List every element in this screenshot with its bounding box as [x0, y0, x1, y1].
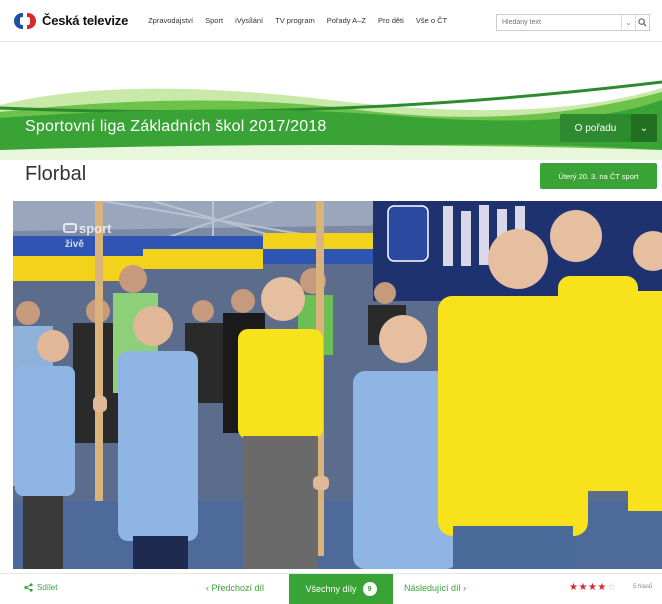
all-episodes-button[interactable]: Všechny díly 9	[289, 574, 393, 604]
ct-logo-icon	[14, 12, 36, 29]
nav-item-pro-deti[interactable]: Pro děti	[378, 16, 404, 25]
top-navigation: Česká televize Zpravodajství Sport iVysí…	[0, 0, 662, 42]
nav-item-tv-program[interactable]: TV program	[275, 16, 315, 25]
next-episode-link[interactable]: Následující díl ›	[404, 583, 466, 593]
episode-title: Florbal	[25, 163, 87, 185]
all-episodes-label: Všechny díly	[305, 584, 357, 594]
share-label: Sdílet	[37, 583, 58, 592]
nav-item-ivysilani[interactable]: iVysílání	[235, 16, 263, 25]
star-icon[interactable]: ★	[588, 582, 597, 593]
star-icon[interactable]: ★	[597, 582, 606, 593]
channel-watermark: sport	[63, 221, 112, 236]
search-scope-dropdown[interactable]: ⌄	[621, 15, 635, 30]
episode-navigation-bar: Sdílet ‹ Předchozí díl Všechny díly 9 Ná…	[0, 573, 662, 604]
star-empty-icon[interactable]: ☆	[607, 582, 616, 593]
chevron-down-icon: ⌄	[631, 114, 657, 142]
show-title: Sportovní liga Základních škol 2017/2018	[25, 118, 327, 135]
previous-episode-link[interactable]: ‹ Předchozí díl	[206, 583, 264, 593]
nav-item-porady-a-z[interactable]: Pořady A–Z	[327, 16, 366, 25]
share-icon	[24, 583, 33, 592]
logo-text: Česká televize	[42, 13, 129, 28]
about-show-label: O pořadu	[574, 122, 617, 134]
episode-count-badge: 9	[362, 582, 377, 596]
ct-sport-icon	[63, 223, 77, 233]
search-icon	[638, 18, 647, 27]
rating-stars[interactable]: ★★★★☆	[569, 582, 616, 593]
video-frame-image	[13, 201, 662, 569]
search-box: ⌄	[496, 14, 650, 31]
chevron-down-icon: ⌄	[625, 18, 632, 27]
search-input[interactable]	[497, 15, 621, 30]
nav-item-vse-o-ct[interactable]: Vše o ČT	[416, 16, 447, 25]
main-menu: Zpravodajství Sport iVysílání TV program…	[148, 16, 447, 25]
share-button[interactable]: Sdílet	[24, 583, 57, 592]
live-badge: živě	[65, 239, 84, 250]
about-show-button[interactable]: O pořadu ⌄	[560, 114, 657, 142]
rating-count: 5 hlasů	[633, 584, 653, 590]
search-button[interactable]	[635, 15, 649, 30]
ct-logo[interactable]: Česká televize	[14, 12, 129, 29]
nav-item-sport[interactable]: Sport	[205, 16, 223, 25]
airdate-button[interactable]: Úterý 20. 3. na ČT sport	[540, 163, 657, 189]
show-banner: Sportovní liga Základních škol 2017/2018…	[0, 70, 662, 160]
nav-item-zpravodajstvi[interactable]: Zpravodajství	[148, 16, 193, 25]
video-player[interactable]: sport živě	[13, 201, 662, 569]
star-icon[interactable]: ★	[578, 582, 587, 593]
